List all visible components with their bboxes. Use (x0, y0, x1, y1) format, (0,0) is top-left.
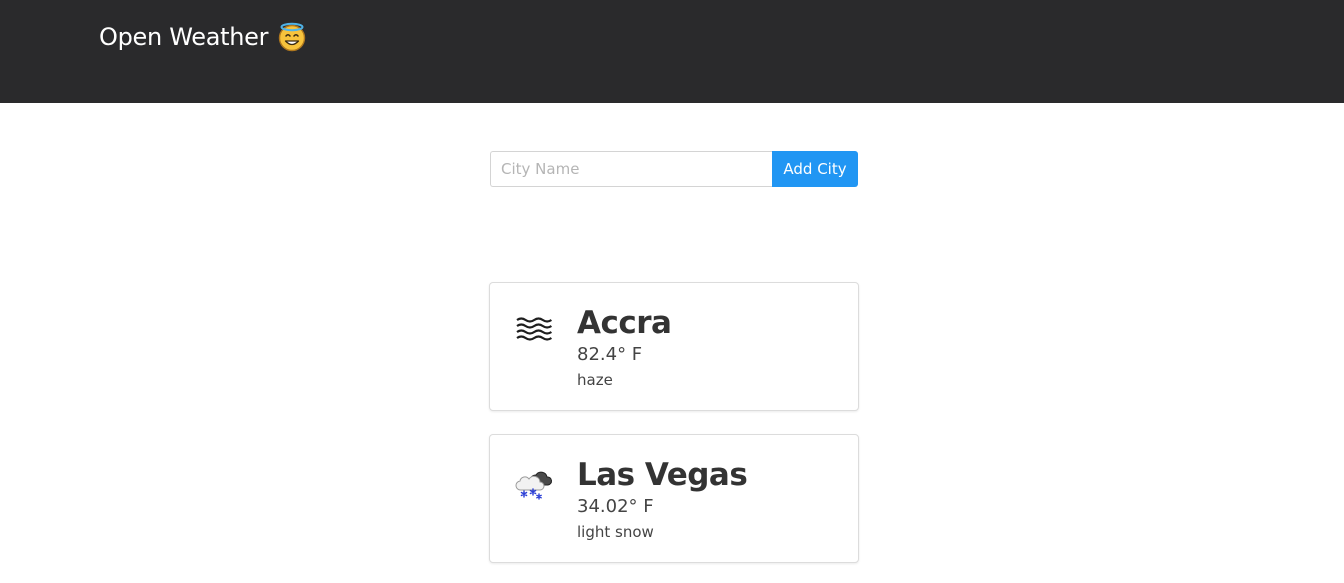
city-weather-card: Accra 82.4° F haze (489, 282, 859, 411)
weather-description: light snow (577, 523, 654, 541)
city-name: Accra (577, 305, 672, 341)
city-weather-details: Las Vegas 34.02° F light snow (577, 455, 748, 544)
smiling-face-with-halo-icon (278, 22, 306, 52)
haze-icon (516, 317, 553, 341)
city-name: Las Vegas (577, 457, 748, 493)
app-title: Open Weather (99, 23, 269, 51)
city-name-input[interactable] (490, 151, 772, 187)
weather-description: haze (577, 371, 613, 389)
add-city-form: Add City (490, 151, 858, 187)
city-temperature: 82.4° F (577, 344, 643, 365)
city-weather-card: Las Vegas 34.02° F light snow (489, 434, 859, 563)
navbar: Open Weather (0, 0, 1344, 103)
city-temperature: 34.02° F (577, 496, 654, 517)
add-city-button[interactable]: Add City (772, 151, 858, 187)
app-brand[interactable]: Open Weather (99, 22, 307, 52)
light-snow-icon (515, 471, 552, 500)
city-weather-details: Accra 82.4° F haze (577, 303, 672, 392)
